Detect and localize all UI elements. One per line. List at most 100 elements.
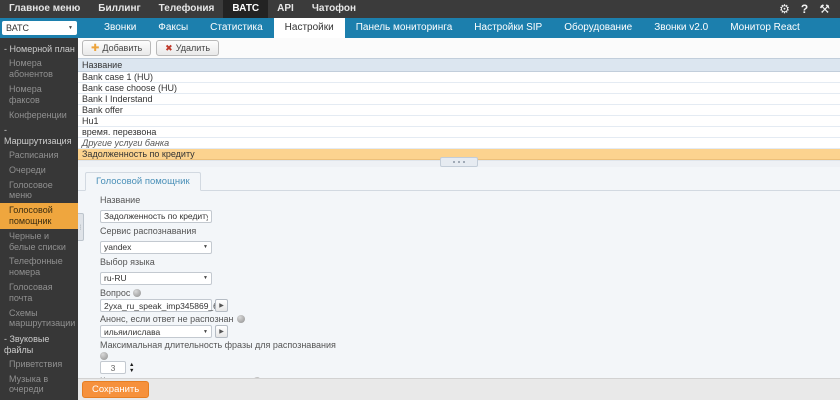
sidebar-item-routing-schemes[interactable]: Схемы маршрутизации — [0, 306, 78, 332]
tab-statistics[interactable]: Статистика — [199, 18, 274, 38]
splitter-drag-handle[interactable] — [440, 157, 478, 167]
tab-sip-settings[interactable]: Настройки SIP — [463, 18, 553, 38]
recognition-service-select[interactable]: yandex ▼ — [100, 240, 212, 254]
sidebar-item-subscriber-numbers[interactable]: Номера абонентов — [0, 56, 78, 82]
announce-sound-value: ильяилислава — [104, 326, 161, 337]
tab-voice-assistant[interactable]: Голосовой помощник — [85, 172, 201, 191]
toolbar: ✚ Добавить ✖ Удалить — [78, 38, 840, 58]
add-button[interactable]: ✚ Добавить — [82, 40, 152, 56]
announce-label-text: Анонс, если ответ не распознан — [100, 314, 234, 324]
info-icon[interactable] — [236, 315, 245, 323]
sidebar-item-fax-numbers[interactable]: Номера факсов — [0, 82, 78, 108]
name-field[interactable] — [100, 209, 212, 223]
save-button[interactable]: Сохранить — [82, 381, 150, 398]
table-row[interactable]: Hu1 — [78, 116, 840, 127]
delete-button-label: Удалить — [175, 43, 211, 53]
sidebar-item-schedules[interactable]: Расписания — [0, 148, 78, 163]
add-button-label: Добавить — [102, 43, 143, 53]
table-row[interactable]: Bank case choose (HU) — [78, 83, 840, 94]
table-row[interactable]: Bank case 1 (HU) — [78, 72, 840, 83]
tools-icon[interactable]: ⚒ — [819, 0, 830, 18]
tab-monitoring-panel[interactable]: Панель мониторинга — [345, 18, 464, 38]
voice-assistant-form: Голосовой помощник Название Сервис распо… — [78, 167, 840, 378]
service-field-label: Сервис распознавания — [100, 226, 197, 236]
menu-item-billing[interactable]: Биллинг — [89, 0, 149, 18]
announce-sound-select[interactable]: ильяилислава ▼ — [100, 325, 212, 338]
form-tabs: Голосовой помощник — [78, 167, 840, 191]
sidebar-item-voice-assistant[interactable]: Голосовой помощник — [0, 203, 78, 229]
splitter — [78, 157, 840, 167]
table-row[interactable]: Другие услуги банка — [78, 138, 840, 149]
chevron-down-icon: ▼ — [68, 25, 73, 31]
gear-icon[interactable]: ⚙ — [779, 0, 790, 18]
help-icon[interactable]: ? — [801, 0, 808, 18]
panel-collapse-handle[interactable]: ⋮ — [78, 213, 84, 241]
menu-item-api[interactable]: API — [268, 0, 303, 18]
sidebar-item-queue-music[interactable]: Музыка в очереди — [0, 372, 78, 398]
sidebar-item-voice-menu[interactable]: Голосовое меню — [0, 178, 78, 204]
table-header-name: Название — [78, 58, 840, 72]
menu-item-telephony[interactable]: Телефония — [150, 0, 224, 18]
tab-settings[interactable]: Настройки — [273, 18, 345, 38]
topbar-icons: ⚙ ? ⚒ — [779, 0, 840, 18]
max-duration-row: ▲ ▼ — [100, 361, 840, 374]
sidebar: Номерной план Номера абонентов Номера фа… — [0, 38, 78, 400]
nav-tabs: Звонки Факсы Статистика Настройки Панель… — [93, 18, 811, 38]
sidebar-item-voicemail[interactable]: Голосовая почта — [0, 280, 78, 306]
chevron-down-icon: ▼ — [203, 244, 208, 250]
info-icon[interactable] — [133, 289, 142, 297]
main-layout: Номерной план Номера абонентов Номера фа… — [0, 38, 840, 400]
menu-item-main[interactable]: Главное меню — [0, 0, 89, 18]
sidebar-section-sound-files[interactable]: Звуковые файлы — [0, 331, 78, 357]
chevron-down-icon: ▼ — [203, 275, 208, 281]
question-sound-select[interactable]: 2yxa_ru_speak_imp345869_6 ▼ — [100, 299, 223, 312]
question-label-text: Вопрос — [100, 288, 131, 298]
max-duration-field-label: Максимальная длительность фразы для расп… — [100, 340, 336, 350]
max-duration-stepper[interactable] — [100, 361, 126, 374]
tab-faxes[interactable]: Факсы — [147, 18, 199, 38]
menu-item-chatofon[interactable]: Чатофон — [303, 0, 365, 18]
app-select-value: ВАТС — [6, 23, 30, 33]
table-row[interactable]: Bank I Inderstand — [78, 94, 840, 105]
sidebar-item-conferences[interactable]: Конференции — [0, 108, 78, 123]
dot-icon — [463, 161, 465, 163]
max-duration-spinner: ▲ ▼ — [129, 362, 134, 374]
spinner-down-icon[interactable]: ▼ — [129, 368, 134, 374]
name-field-label: Название — [100, 195, 141, 205]
sidebar-section-routing[interactable]: Маршрутизация — [0, 122, 78, 148]
announce-row: ильяилислава ▼ ▶ — [100, 325, 840, 338]
delete-button[interactable]: ✖ Удалить — [156, 40, 220, 56]
play-announce-button[interactable]: ▶ — [215, 325, 228, 338]
close-icon: ✖ — [165, 42, 173, 53]
sidebar-item-queues[interactable]: Очереди — [0, 163, 78, 178]
recognition-service-value: yandex — [104, 242, 132, 252]
nav-bar: ВАТС ▼ Звонки Факсы Статистика Настройки… — [0, 18, 840, 38]
sidebar-item-phone-numbers[interactable]: Телефонные номера — [0, 254, 78, 280]
announce-field-label: Анонс, если ответ не распознан — [100, 314, 400, 324]
tab-monitor-react[interactable]: Монитор React — [719, 18, 811, 38]
table-row[interactable]: Bank offer — [78, 105, 840, 116]
dot-icon — [458, 161, 460, 163]
dot-icon — [453, 161, 455, 163]
app-select[interactable]: ВАТС ▼ — [2, 21, 77, 35]
top-menu-bar: Главное меню Биллинг Телефония ВАТС API … — [0, 0, 840, 18]
menu-item-vats[interactable]: ВАТС — [223, 0, 269, 18]
tab-calls[interactable]: Звонки — [93, 18, 147, 38]
sidebar-item-black-white-lists[interactable]: Черные и белые списки — [0, 229, 78, 255]
language-select[interactable]: ru-RU ▼ — [100, 271, 212, 285]
question-field-label: Вопрос — [100, 288, 400, 298]
question-sound-value: 2yxa_ru_speak_imp345869_6 — [104, 300, 218, 311]
language-field-label: Выбор языка — [100, 257, 155, 267]
table-row[interactable]: время. перезвона — [78, 127, 840, 138]
tab-calls-v2[interactable]: Звонки v2.0 — [643, 18, 719, 38]
tab-equipment[interactable]: Оборудование — [553, 18, 643, 38]
language-value: ru-RU — [104, 273, 127, 283]
question-row: 2yxa_ru_speak_imp345869_6 ▼ ▶ — [100, 299, 840, 312]
info-icon[interactable] — [100, 351, 108, 360]
form-fields: Название Сервис распознавания yandex ▼ В… — [78, 191, 840, 378]
play-question-button[interactable]: ▶ — [215, 299, 228, 312]
sidebar-section-number-plan[interactable]: Номерной план — [0, 41, 78, 56]
sidebar-item-greetings[interactable]: Приветствия — [0, 357, 78, 372]
form-footer: Сохранить — [78, 378, 840, 400]
